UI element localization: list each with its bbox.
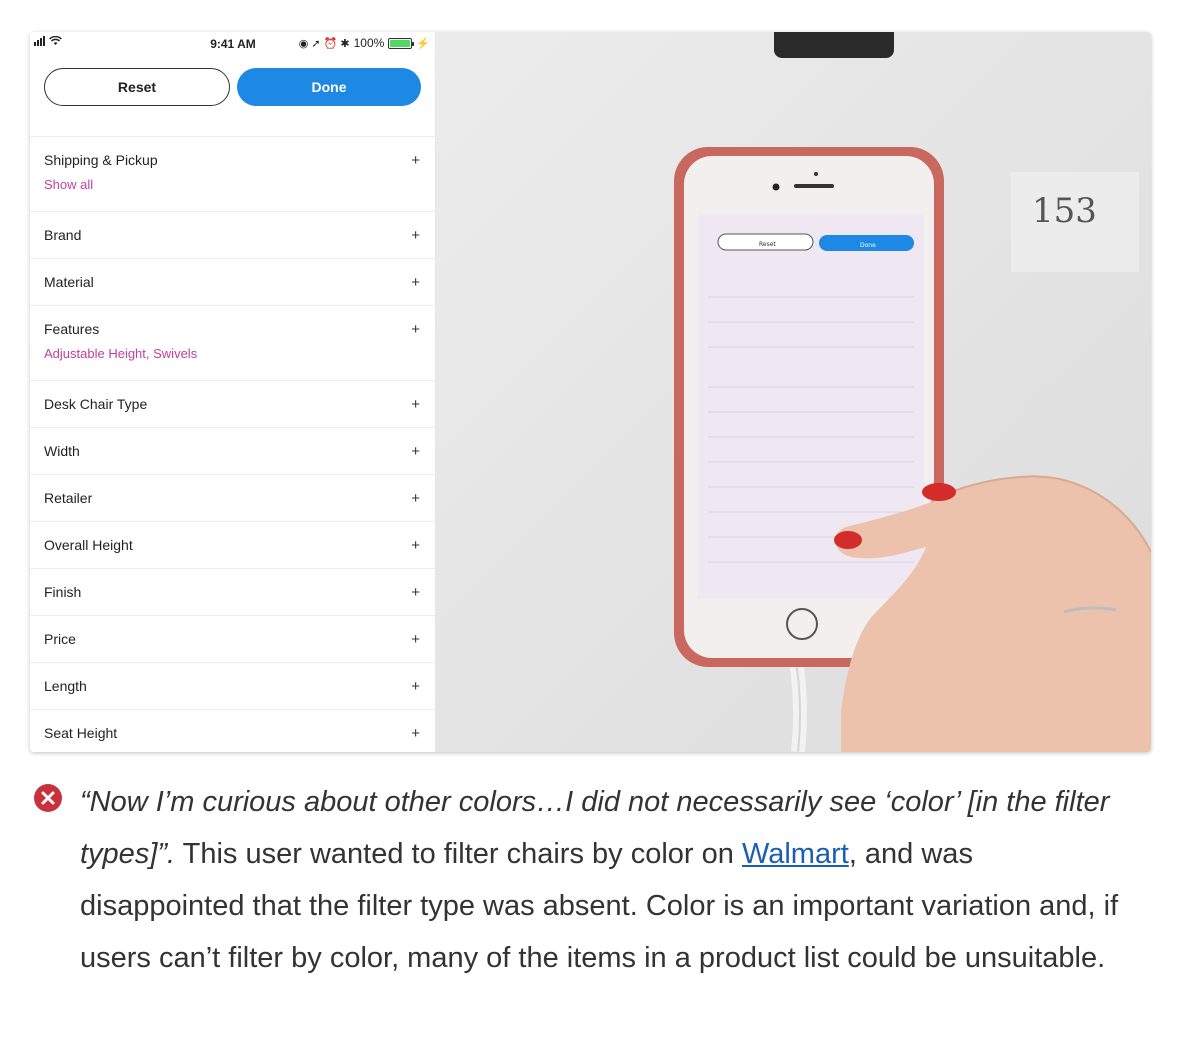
plus-icon: + — [411, 396, 420, 413]
fingernail — [922, 483, 956, 501]
filter-sub-label: Show all — [44, 177, 94, 192]
plus-icon: + — [411, 678, 420, 695]
status-bar: 9:41 AM ◉ ➚ ⏰ ✱ 100% ⚡ — [30, 32, 436, 54]
caption-text: “Now I’m curious about other colors…I di… — [80, 776, 1140, 984]
phone-screenshot: 9:41 AM ◉ ➚ ⏰ ✱ 100% ⚡ Reset Done Shippi… — [30, 32, 436, 752]
battery-percent: 100% — [353, 36, 385, 50]
usability-test-photo: 153 Reset Done — [436, 32, 1151, 752]
reset-button[interactable]: Reset — [44, 68, 230, 106]
filter-label: Brand — [44, 227, 82, 243]
filter-list: Shipping & Pickup Show all + Brand + Mat… — [30, 136, 436, 752]
status-right: ◉ ➚ ⏰ ✱ 100% ⚡ — [299, 36, 430, 50]
plus-icon: + — [411, 227, 420, 244]
filter-sub-label: Adjustable Height, Swivels — [44, 346, 198, 361]
filter-row-finish[interactable]: Finish + — [30, 569, 436, 616]
plus-icon: + — [411, 584, 420, 601]
filter-label: Overall Height — [44, 537, 133, 553]
fingernail — [834, 531, 862, 549]
plus-icon: + — [411, 631, 420, 648]
plus-icon: + — [411, 152, 420, 169]
screenshot-figure: 9:41 AM ◉ ➚ ⏰ ✱ 100% ⚡ Reset Done Shippi… — [30, 32, 1151, 752]
plus-icon: + — [411, 537, 420, 554]
filter-label: Shipping & Pickup — [44, 152, 158, 168]
filter-row-brand[interactable]: Brand + — [30, 212, 436, 259]
dark-object — [774, 32, 894, 58]
battery-icon — [388, 37, 415, 49]
filter-row-price[interactable]: Price + — [30, 616, 436, 663]
filter-row-desk-chair-type[interactable]: Desk Chair Type + — [30, 381, 436, 428]
filter-row-overall-height[interactable]: Overall Height + — [30, 522, 436, 569]
filter-row-length[interactable]: Length + — [30, 663, 436, 710]
filter-label: Material — [44, 274, 94, 290]
plus-icon: + — [411, 725, 420, 742]
filter-label: Finish — [44, 584, 82, 600]
filter-label: Price — [44, 631, 76, 647]
plus-icon: + — [411, 443, 420, 460]
filter-row-material[interactable]: Material + — [30, 259, 436, 306]
filter-label: Length — [44, 678, 87, 694]
photo-illustration: 153 Reset Done — [674, 32, 1151, 752]
svg-text:Done: Done — [860, 242, 876, 249]
charging-icon: ⚡ — [416, 37, 430, 50]
filter-label: Features — [44, 321, 100, 337]
filter-label: Seat Height — [44, 725, 118, 741]
close-circle-icon — [34, 784, 62, 812]
walmart-link[interactable]: Walmart — [742, 838, 849, 870]
filter-label: Retailer — [44, 490, 93, 506]
svg-text:Reset: Reset — [759, 241, 776, 248]
status-icons: ◉ ➚ ⏰ ✱ — [298, 37, 350, 50]
filter-row-width[interactable]: Width + — [30, 428, 436, 475]
filter-row-features[interactable]: Features Adjustable Height, Swivels + — [30, 306, 436, 381]
filter-row-shipping-pickup[interactable]: Shipping & Pickup Show all + — [30, 137, 436, 212]
done-button[interactable]: Done — [237, 68, 421, 106]
plus-icon: + — [411, 490, 420, 507]
note-number: 153 — [1032, 191, 1097, 231]
filter-row-retailer[interactable]: Retailer + — [30, 475, 436, 522]
filter-label: Desk Chair Type — [44, 396, 148, 412]
filter-label: Width — [44, 443, 80, 459]
hand — [835, 476, 1151, 752]
caption-part-1: This user wanted to filter chairs by col… — [175, 838, 742, 870]
filter-row-seat-height[interactable]: Seat Height + — [30, 710, 436, 752]
plus-icon: + — [411, 274, 420, 291]
plus-icon: + — [411, 321, 420, 338]
